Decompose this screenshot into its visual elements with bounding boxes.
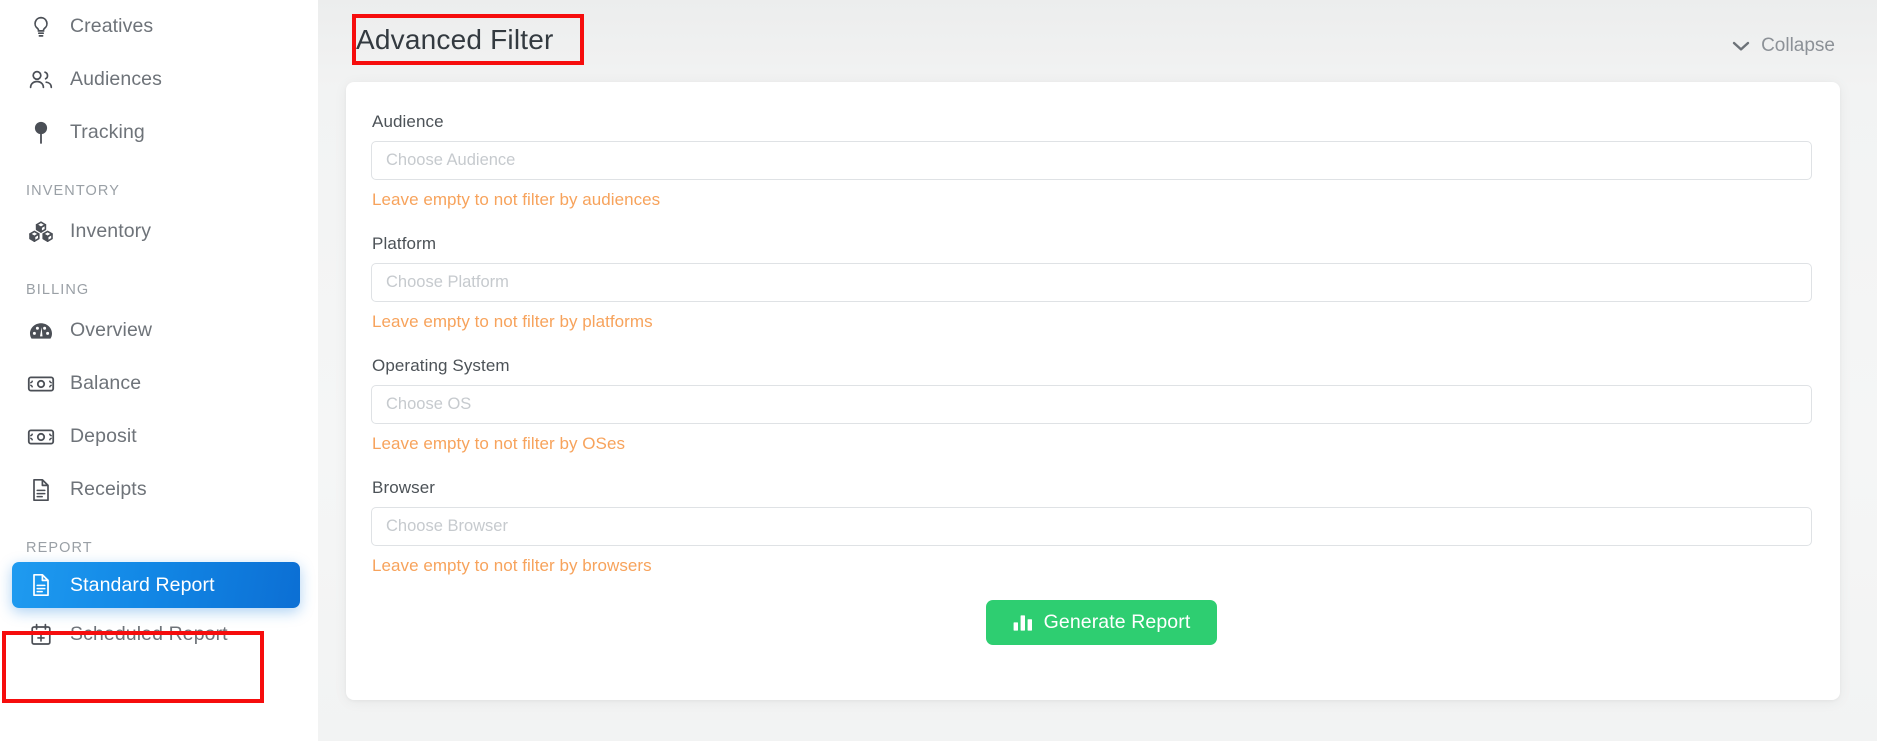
main-content: Advanced Filter Collapse Audience Leave … xyxy=(318,0,1877,741)
tachometer-icon xyxy=(26,320,56,342)
money-bill-icon xyxy=(26,427,56,447)
file-lines-icon xyxy=(26,478,56,502)
sidebar-item-audiences[interactable]: Audiences xyxy=(0,53,318,106)
sidebar-section-report: REPORT xyxy=(26,540,93,556)
platform-hint: Leave empty to not filter by platforms xyxy=(372,312,653,331)
sidebar-item-label: Inventory xyxy=(70,220,152,242)
operating-system-label: Operating System xyxy=(372,356,510,375)
field-group-audience: Audience Leave empty to not filter by au… xyxy=(371,112,1812,210)
money-bill-icon xyxy=(26,374,56,394)
sidebar-item-label: Audiences xyxy=(70,68,162,90)
calendar-plus-icon xyxy=(26,623,56,646)
generate-report-label: Generate Report xyxy=(1043,611,1191,633)
generate-report-button[interactable]: Generate Report xyxy=(985,600,1218,645)
platform-input[interactable] xyxy=(371,263,1812,302)
sidebar-item-label: Balance xyxy=(70,372,142,394)
file-lines-icon xyxy=(26,573,56,597)
browser-label: Browser xyxy=(372,478,436,497)
sidebar-item-label: Tracking xyxy=(70,121,145,143)
map-pin-icon xyxy=(26,121,56,145)
operating-system-hint: Leave empty to not filter by OSes xyxy=(372,434,625,453)
page-header: Advanced Filter Collapse xyxy=(318,0,1877,82)
lightbulb-icon xyxy=(26,16,56,38)
sidebar-item-label: Standard Report xyxy=(70,573,215,596)
platform-label: Platform xyxy=(372,234,437,253)
field-group-operating-system: Operating System Leave empty to not filt… xyxy=(371,356,1812,454)
audience-label: Audience xyxy=(372,112,444,131)
sidebar-item-label: Receipts xyxy=(70,478,147,500)
sidebar-item-creatives[interactable]: Creatives xyxy=(0,0,318,53)
field-group-browser: Browser Leave empty to not filter by bro… xyxy=(371,478,1812,576)
sidebar: Creatives Audiences Tracking INVENTORY I… xyxy=(0,0,318,741)
collapse-label: Collapse xyxy=(1761,35,1835,56)
boxes-icon xyxy=(26,220,56,244)
field-group-platform: Platform Leave empty to not filter by pl… xyxy=(371,234,1812,332)
collapse-toggle[interactable]: Collapse xyxy=(1732,35,1835,57)
browser-hint: Leave empty to not filter by browsers xyxy=(372,556,652,575)
users-icon xyxy=(26,69,56,91)
audience-input[interactable] xyxy=(371,141,1812,180)
sidebar-item-balance[interactable]: Balance xyxy=(0,357,318,410)
generate-report-row: Generate Report xyxy=(371,600,1812,645)
page-title: Advanced Filter xyxy=(356,24,554,55)
sidebar-item-standard-report[interactable]: Standard Report xyxy=(12,562,300,608)
browser-input[interactable] xyxy=(371,507,1812,546)
sidebar-item-scheduled-report[interactable]: Scheduled Report xyxy=(0,608,318,661)
sidebar-section-billing: BILLING xyxy=(26,282,90,298)
sidebar-item-label: Overview xyxy=(70,319,153,341)
sidebar-item-label: Creatives xyxy=(70,15,154,37)
sidebar-item-receipts[interactable]: Receipts xyxy=(0,463,318,516)
app-root: Creatives Audiences Tracking INVENTORY I… xyxy=(0,0,1877,741)
sidebar-item-inventory[interactable]: Inventory xyxy=(0,205,318,258)
bar-chart-icon xyxy=(1013,614,1033,632)
sidebar-section-inventory: INVENTORY xyxy=(26,183,120,199)
audience-hint: Leave empty to not filter by audiences xyxy=(372,190,661,209)
sidebar-item-tracking[interactable]: Tracking xyxy=(0,106,318,159)
operating-system-input[interactable] xyxy=(371,385,1812,424)
sidebar-item-label: Deposit xyxy=(70,425,137,447)
sidebar-item-overview[interactable]: Overview xyxy=(0,304,318,357)
sidebar-item-deposit[interactable]: Deposit xyxy=(0,410,318,463)
advanced-filter-card: Audience Leave empty to not filter by au… xyxy=(346,82,1840,700)
sidebar-item-label: Scheduled Report xyxy=(70,623,228,645)
chevron-down-icon xyxy=(1732,40,1750,52)
